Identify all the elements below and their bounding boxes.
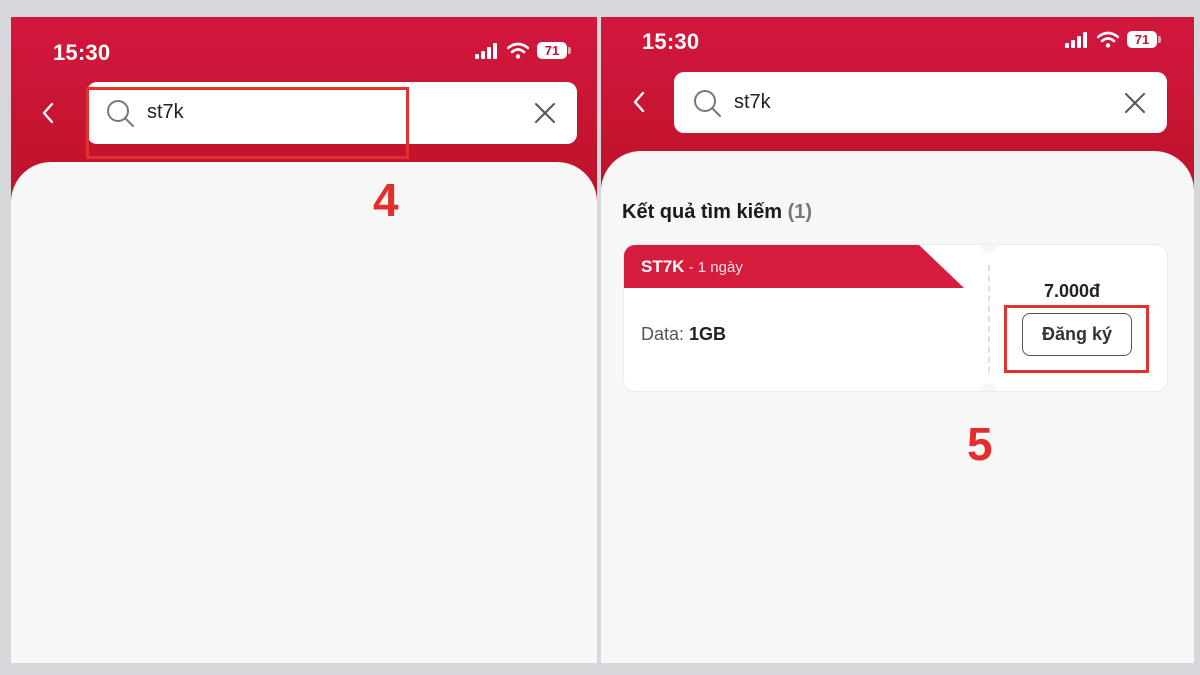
right-phone-screen: 15:30 71 st7k Kết quả tìm kiếm (1) ST7K …: [601, 17, 1194, 663]
package-price: 7.000đ: [1044, 281, 1101, 301]
status-icons: 71: [1065, 31, 1161, 48]
results-title-text: Kết quả tìm kiếm: [622, 201, 783, 223]
card-divider: [988, 265, 990, 373]
signal-icon: [1065, 31, 1087, 48]
battery-level: 71: [1134, 32, 1150, 47]
results-title: Kết quả tìm kiếm (1): [622, 201, 812, 224]
content-area: [11, 162, 597, 663]
package-data-value: 1GB: [689, 324, 727, 344]
search-icon: [694, 90, 721, 117]
annotation-step-4: 4: [373, 174, 399, 226]
status-time: 15:30: [642, 29, 700, 54]
signal-icon: [475, 42, 497, 59]
package-tag-text: ST7K - 1 ngày: [641, 257, 743, 277]
content-area: [601, 151, 1194, 663]
close-icon[interactable]: [533, 101, 557, 125]
close-icon[interactable]: [1123, 91, 1147, 115]
package-data-label: Data:: [641, 324, 685, 344]
register-highlight-box: [1004, 305, 1149, 373]
search-input[interactable]: st7k: [674, 72, 1167, 133]
status-time: 15:30: [53, 40, 111, 65]
battery-icon: 71: [537, 42, 571, 59]
card-notch-bottom: [980, 383, 998, 391]
results-count: (1): [787, 201, 813, 223]
package-duration: - 1 ngày: [684, 259, 743, 276]
status-icons: 71: [475, 42, 571, 59]
battery-level: 71: [544, 43, 560, 58]
card-notch-top: [980, 245, 998, 253]
search-highlight-box: [86, 87, 409, 159]
package-data: Data: 1GB: [641, 324, 726, 345]
battery-icon: 71: [1127, 31, 1161, 48]
wifi-icon: [1097, 31, 1119, 48]
package-code: ST7K: [641, 257, 685, 276]
search-query: st7k: [734, 91, 771, 113]
back-chevron-icon[interactable]: [41, 101, 55, 125]
annotation-step-5: 5: [967, 418, 993, 470]
left-phone-screen: 15:30 71 st7k 4: [11, 17, 597, 663]
wifi-icon: [507, 42, 529, 59]
back-chevron-icon[interactable]: [632, 90, 646, 114]
